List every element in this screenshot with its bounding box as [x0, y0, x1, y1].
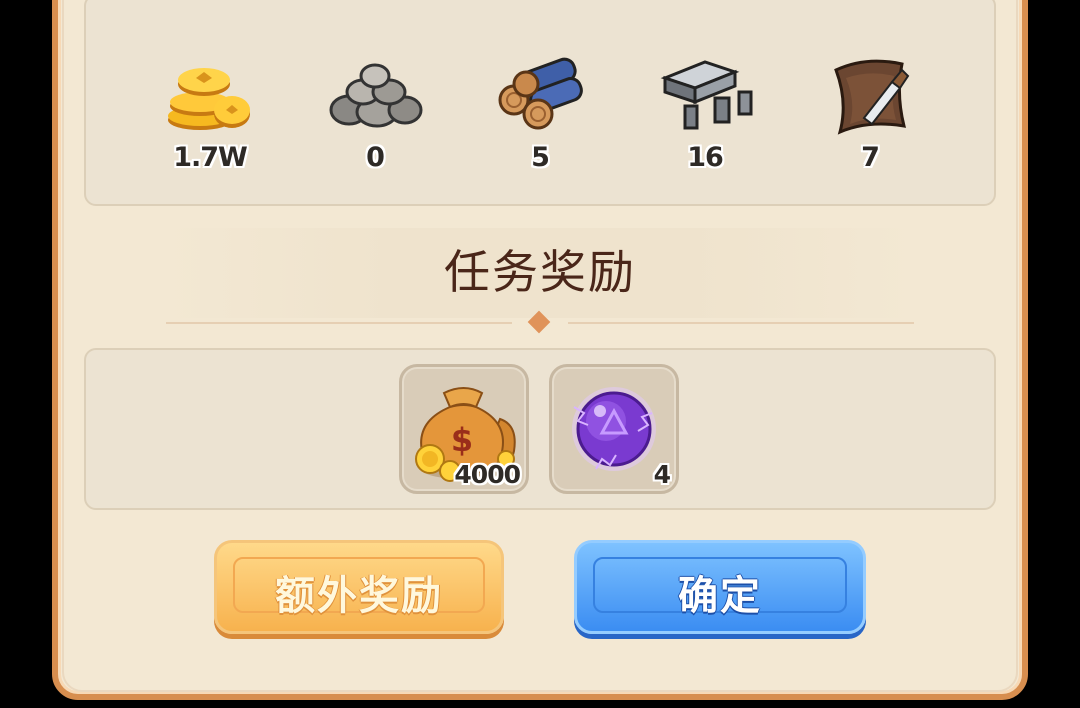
- title-divider-left: [166, 322, 512, 324]
- resource-item-leather: 7: [805, 48, 935, 188]
- extra-reward-label: 额外奖励: [275, 573, 443, 619]
- confirm-label: 确定: [678, 573, 762, 619]
- resource-count: 1.7W: [173, 142, 248, 173]
- extra-reward-button[interactable]: 额外奖励: [214, 540, 504, 634]
- reward-count: 4: [653, 460, 671, 489]
- resource-item-gold: 1.7W: [145, 48, 275, 188]
- wood-logs-icon: [498, 57, 583, 130]
- leather-hide-icon: [834, 59, 910, 135]
- title-divider-right: [568, 322, 914, 324]
- reward-items-box: [84, 348, 996, 510]
- reward-count: 4000: [454, 460, 521, 489]
- resource-count: 7: [861, 142, 880, 173]
- reward-slot-purple-orb[interactable]: 4: [549, 364, 679, 494]
- resource-item-wood: 5: [475, 48, 605, 188]
- resource-item-stone: 0: [310, 48, 440, 188]
- resource-count: 0: [366, 142, 385, 173]
- confirm-button[interactable]: 确定: [574, 540, 866, 634]
- resource-count: 5: [531, 142, 550, 173]
- gold-coins-icon: [168, 68, 250, 130]
- stone-pile-icon: [329, 63, 423, 128]
- resource-count: 16: [687, 142, 724, 173]
- svg-text:$: $: [451, 421, 473, 459]
- reward-slot-money-bag[interactable]: $ 4000: [399, 364, 529, 494]
- iron-ingots-icon: [660, 60, 753, 130]
- resource-item-iron: 16: [640, 48, 770, 188]
- section-title: 任务奖励: [444, 245, 636, 299]
